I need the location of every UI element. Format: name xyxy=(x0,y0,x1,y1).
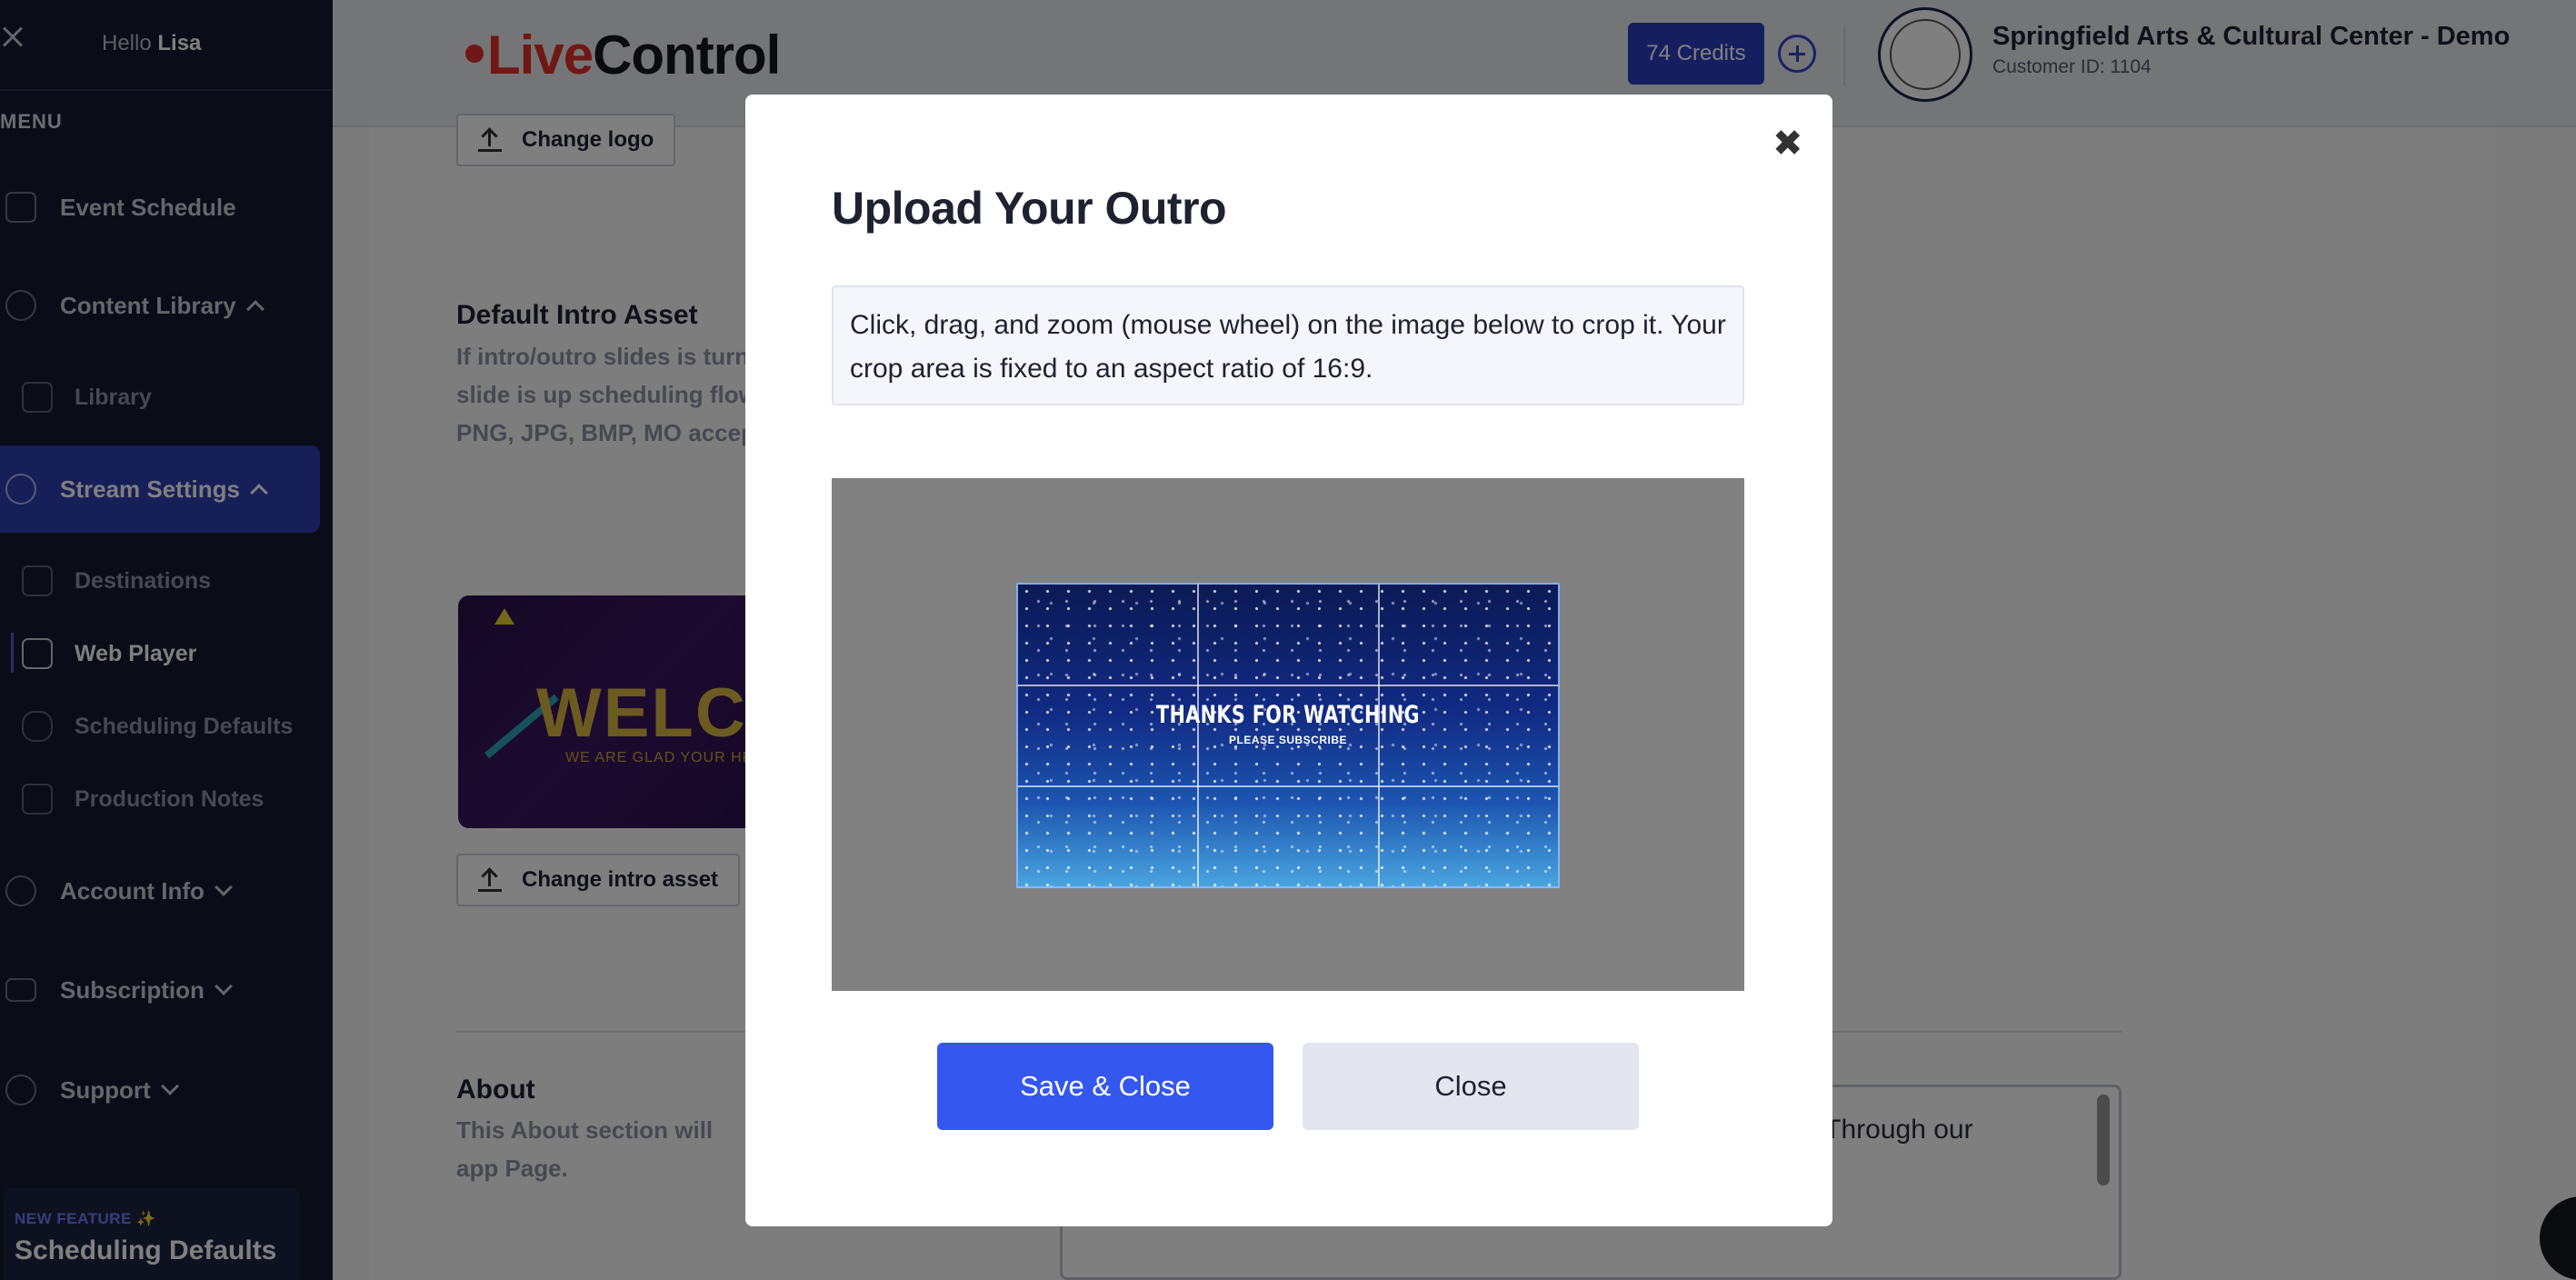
image-cropper[interactable]: THANKS FOR WATCHING PLEASE SUBSCRIBE xyxy=(832,478,1744,991)
save-close-button[interactable]: Save & Close xyxy=(937,1043,1273,1130)
crop-instructions: Click, drag, and zoom (mouse wheel) on t… xyxy=(832,285,1744,405)
crop-area[interactable]: THANKS FOR WATCHING PLEASE SUBSCRIBE xyxy=(1016,583,1560,888)
close-button[interactable]: Close xyxy=(1303,1043,1639,1130)
upload-outro-modal: ✖ Upload Your Outro Click, drag, and zoo… xyxy=(745,95,1832,1226)
crop-box[interactable] xyxy=(1016,583,1560,888)
modal-title: Upload Your Outro xyxy=(832,183,1227,234)
close-icon[interactable]: ✖ xyxy=(1772,125,1803,162)
